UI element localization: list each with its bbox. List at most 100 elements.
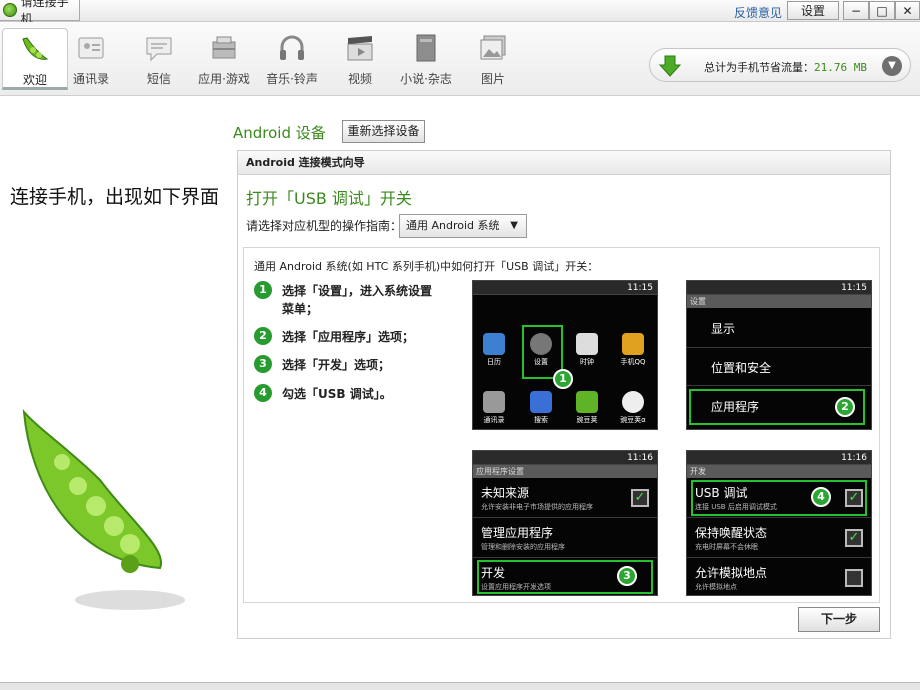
next-step-button[interactable]: 下一步 xyxy=(798,607,880,632)
savings-value: 21.76 MB xyxy=(814,61,867,74)
guide-area: 通用 Android 系统(如 HTC 系列手机)中如何打开「USB 调试」开关… xyxy=(243,247,880,603)
contacts-icon xyxy=(78,37,104,59)
item-desc: 允许模拟地点 xyxy=(695,583,737,591)
download-arrow-icon xyxy=(658,55,682,77)
close-button[interactable]: ✕ xyxy=(895,1,920,20)
wizard-header: Android 连接模式向导 xyxy=(238,151,890,175)
app-label: 通讯录 xyxy=(483,416,505,424)
wizard-title: 打开「USB 调试」开关 xyxy=(246,189,412,208)
model-select-value: 通用 Android 系统 xyxy=(406,219,500,232)
screenshot-home: 11:15 日历 设置 时钟 手机QQ 通讯录 搜索 豌豆荚 豌豆荚α 1 xyxy=(472,280,658,430)
book-icon xyxy=(416,34,436,62)
app-label: 搜索 xyxy=(534,416,548,424)
apps-icon xyxy=(212,36,236,59)
step-1: 1 选择「设置」，进入系统设置菜单； xyxy=(254,281,433,318)
screen-title: 设置 xyxy=(687,295,871,308)
status-time: 11:16 xyxy=(687,451,871,465)
savings-label: 总计为手机节省流量： xyxy=(704,61,814,74)
screenshot-development: 11:16 开发 USB 调试 连接 USB 后启用调试模式 ✓ 保持唤醒状态 充电时… xyxy=(686,450,872,596)
nav-apps-games[interactable]: 应用·游戏 xyxy=(191,28,257,90)
nav-label: 短信 xyxy=(146,72,171,86)
savings-dropdown-icon[interactable]: ▼ xyxy=(882,56,902,76)
sms-icon xyxy=(146,37,172,62)
highlight-box xyxy=(691,480,867,516)
nav-label: 视频 xyxy=(347,72,372,86)
device-label: Android 设备 xyxy=(233,124,326,142)
window-tab[interactable]: 请连接手机 xyxy=(0,0,80,26)
app-settings-item: 未知来源允许安装非电子市场提供的应用程序 ✓ xyxy=(473,478,657,518)
settings-button[interactable]: 设置 xyxy=(787,1,839,20)
nav-video[interactable]: 视频 xyxy=(327,28,393,90)
step-badge: 2 xyxy=(835,397,855,417)
app-logo-icon xyxy=(3,3,17,17)
nav-label: 小说·杂志 xyxy=(400,72,452,86)
app-window: { "window": {"title": "请连接手机", "feedback… xyxy=(0,0,920,690)
status-time: 11:15 xyxy=(473,281,657,295)
video-icon xyxy=(347,36,373,61)
item-title: 显示 xyxy=(711,322,736,336)
welcome-instruction: 连接手机，出现如下界面 xyxy=(10,186,220,208)
app-contacts: 通讯录 xyxy=(479,391,509,425)
app-wandoujia-alpha: 豌豆荚α xyxy=(618,391,648,425)
item-desc: 管理和删除安装的应用程序 xyxy=(481,543,565,551)
settings-item: 位置和安全 xyxy=(687,348,871,386)
pea-icon xyxy=(22,37,49,60)
step-number: 1 xyxy=(254,281,272,299)
step-4: 4 勾选「USB 调试」。 xyxy=(254,384,432,403)
dev-item: 允许模拟地点 允许模拟地点 xyxy=(687,558,871,595)
app-label: 时钟 xyxy=(580,358,594,366)
headphones-icon xyxy=(280,35,304,60)
wizard-panel: Android 连接模式向导 打开「USB 调试」开关 请选择对应机型的操作指南… xyxy=(237,150,891,639)
app-clock: 时钟 xyxy=(572,333,602,367)
step-badge: 4 xyxy=(811,487,831,507)
nav-music-ringtones[interactable]: 音乐·铃声 xyxy=(259,28,325,90)
settings-item: 显示 xyxy=(687,308,871,348)
item-title: 未知来源 xyxy=(481,486,530,500)
dropdown-caret-icon: ▼ xyxy=(510,220,518,231)
minimize-button[interactable]: − xyxy=(843,1,869,20)
nav-label: 应用·游戏 xyxy=(198,72,250,86)
nav-pictures[interactable]: 图片 xyxy=(460,28,526,90)
item-desc: 允许安装非电子市场提供的应用程序 xyxy=(481,503,593,511)
step-number: 4 xyxy=(254,384,272,402)
main-toolbar: 欢迎 通讯录 短信 应用·游戏 音乐·铃声 视频 小说·杂志 图片 总计为手机节… xyxy=(0,22,920,96)
step-text: 选择「设置」，进入系统设置菜单； xyxy=(282,284,433,316)
traffic-savings-box: 总计为手机节省流量：21.76 MB ▼ xyxy=(649,48,911,82)
step-3: 3 选择「开发」选项； xyxy=(254,355,432,374)
app-label: 手机QQ xyxy=(620,358,646,366)
model-select[interactable]: 通用 Android 系统 ▼ xyxy=(399,214,527,238)
step-badge: 3 xyxy=(617,566,637,586)
item-title: 允许模拟地点 xyxy=(695,566,768,580)
photo-icon xyxy=(480,35,506,60)
checkbox-unchecked xyxy=(845,569,863,587)
feedback-link[interactable]: 反馈意见 xyxy=(734,4,782,21)
screenshot-settings: 11:15 设置 显示 位置和安全 应用程序 2 xyxy=(686,280,872,430)
app-label: 日历 xyxy=(487,358,501,366)
title-bar: 请连接手机 反馈意见 设置 − □ ✕ xyxy=(0,0,920,26)
nav-sms[interactable]: 短信 xyxy=(126,28,192,90)
maximize-button[interactable]: □ xyxy=(869,1,895,20)
app-calendar: 日历 xyxy=(479,333,509,367)
status-time: 11:16 xyxy=(473,451,657,465)
item-desc: 充电时屏幕不会休眠 xyxy=(695,543,758,551)
nav-label: 通讯录 xyxy=(72,72,109,86)
nav-contacts[interactable]: 通讯录 xyxy=(58,28,124,90)
step-badge: 1 xyxy=(553,369,573,389)
app-qq: 手机QQ xyxy=(618,333,648,367)
step-text: 选择「应用程序」选项； xyxy=(282,330,415,344)
screen-title: 应用程序设置 xyxy=(473,465,657,478)
nav-label: 图片 xyxy=(480,72,505,86)
step-text: 选择「开发」选项； xyxy=(282,358,391,372)
app-wandoujia: 豌豆荚 xyxy=(572,391,602,425)
guide-intro: 通用 Android 系统(如 HTC 系列手机)中如何打开「USB 调试」开关… xyxy=(254,260,599,273)
app-search: 搜索 xyxy=(526,391,556,425)
reselect-device-button[interactable]: 重新选择设备 xyxy=(342,120,425,143)
checkbox-checked: ✓ xyxy=(631,489,649,507)
pea-mascot-icon xyxy=(22,409,185,610)
step-number: 2 xyxy=(254,327,272,345)
checkbox-checked: ✓ xyxy=(845,529,863,547)
item-title: 保持唤醒状态 xyxy=(695,526,768,540)
nav-novels-magazines[interactable]: 小说·杂志 xyxy=(393,28,459,90)
app-label: 豌豆荚 xyxy=(576,416,598,424)
nav-label: 音乐·铃声 xyxy=(266,72,318,86)
